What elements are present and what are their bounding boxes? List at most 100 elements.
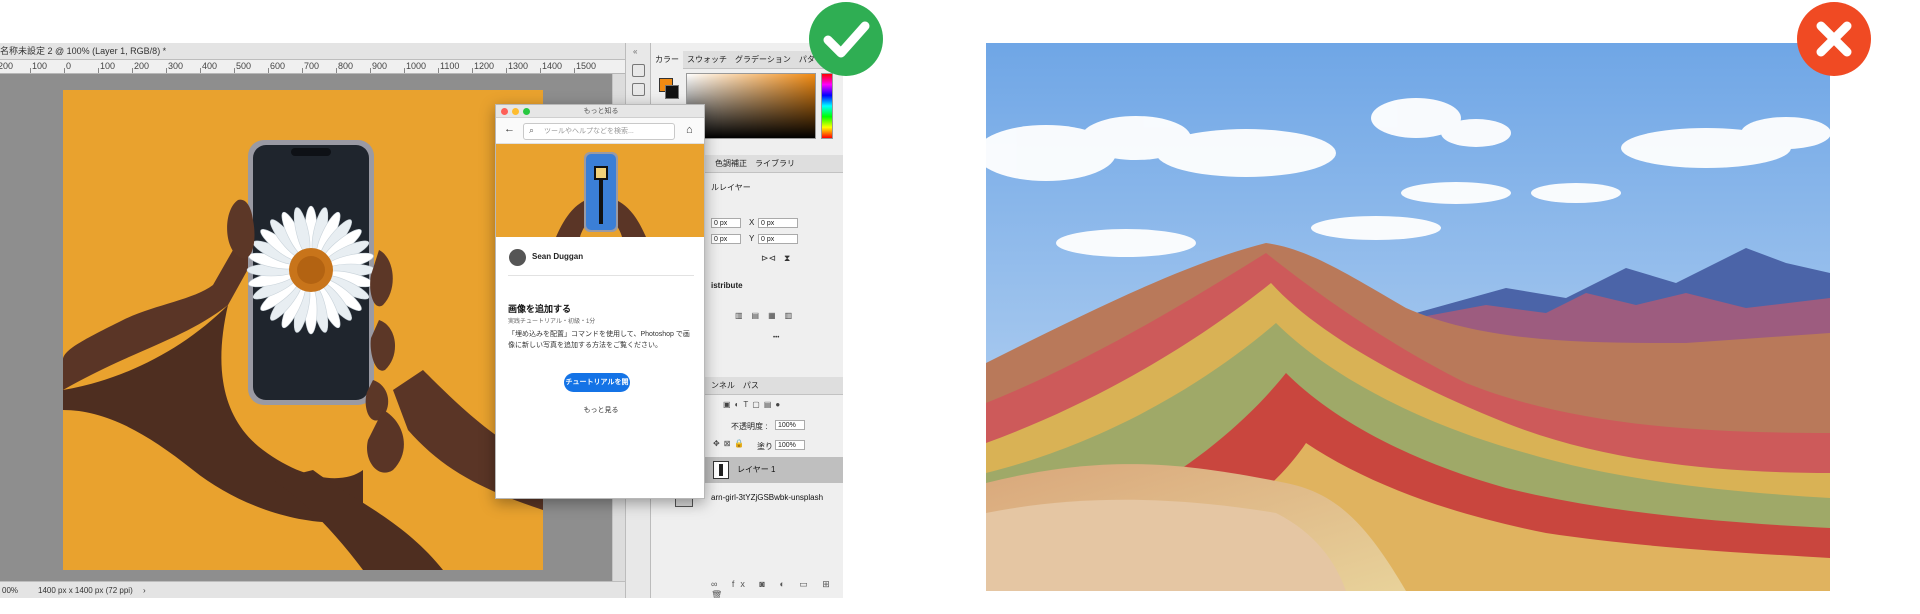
landscape-image <box>986 43 1830 591</box>
ruler-tick-label: 400 <box>202 61 218 71</box>
ruler-tick-label: 1500 <box>576 61 597 71</box>
popup-search-input[interactable]: ツールやヘルプなどを検索... <box>523 123 675 140</box>
ruler-tick-mark <box>438 68 439 73</box>
maximize-dot-icon[interactable] <box>523 108 530 115</box>
x-mark-badge-icon <box>1797 2 1871 76</box>
y-label: Y <box>749 234 755 243</box>
ruler-tick-label: 700 <box>304 61 320 71</box>
status-zoom: 00% <box>2 586 19 595</box>
tab-swatches[interactable]: スウォッチ <box>683 51 731 69</box>
opacity-label: 不透明度 : <box>731 422 768 431</box>
ruler-tick-label: 200 <box>0 61 14 71</box>
back-arrow-icon[interactable]: ← <box>504 123 515 135</box>
author-name[interactable]: Sean Duggan <box>532 249 583 265</box>
ruler-tick-mark <box>268 68 269 73</box>
ruler-tick-label: 100 <box>32 61 48 71</box>
flip-vertical-icon[interactable]: ⧗ <box>784 253 790 264</box>
hue-slider[interactable] <box>821 73 833 139</box>
tab-paths[interactable]: パス <box>739 377 763 395</box>
checkmark-badge-icon <box>809 2 883 76</box>
popup-titlebar: もっと知る <box>496 105 704 118</box>
x-label: X <box>749 218 755 227</box>
close-dot-icon[interactable] <box>501 108 508 115</box>
ruler-tick-mark <box>506 68 507 73</box>
tool-history-icon[interactable] <box>632 83 645 96</box>
ruler-tick-label: 1100 <box>440 61 460 71</box>
collapse-icon[interactable]: « <box>633 47 637 56</box>
layer-thumbnail-phone <box>719 464 723 476</box>
status-document-size: 1400 px x 1400 px (72 ppi) <box>38 586 133 595</box>
ruler-tick-mark <box>574 68 575 73</box>
align-icons[interactable]: ▥▤▦▥ <box>735 311 801 320</box>
document-tab[interactable]: 名称未設定 2 @ 100% (Layer 1, RGB/8) * <box>0 43 625 60</box>
canvas-artwork <box>63 90 543 570</box>
ruler-tick-label: 1300 <box>508 61 529 71</box>
tab-gradients[interactable]: グラデーション <box>731 51 795 69</box>
tutorial-heading: 画像を追加する <box>508 304 572 314</box>
hero-illustration <box>496 144 704 237</box>
ruler-tick-mark <box>234 68 235 73</box>
ruler-tick-mark <box>132 68 133 73</box>
ruler-tick-label: 500 <box>236 61 252 71</box>
search-icon: ⌕ <box>529 125 535 135</box>
ruler-tick-mark <box>302 68 303 73</box>
height-field[interactable]: 0 px <box>711 234 741 244</box>
more-options-icon[interactable]: ••• <box>773 335 779 341</box>
tab-color[interactable]: カラー <box>651 51 683 69</box>
ruler-tick-label: 100 <box>100 61 116 71</box>
document-tab-title: 名称未設定 2 @ 100% (Layer 1, RGB/8) * <box>0 46 167 56</box>
layer-name: レイヤー 1 <box>737 465 776 474</box>
ruler-tick-mark <box>540 68 541 73</box>
ruler-tick-mark <box>64 68 65 73</box>
ruler-tick-mark <box>30 68 31 73</box>
home-icon[interactable]: ⌂ <box>686 124 693 136</box>
ruler-tick-label: 0 <box>66 61 72 71</box>
width-field[interactable]: 0 px <box>711 218 741 228</box>
start-tutorial-button[interactable]: チュートリアルを開始 <box>564 373 630 405</box>
rainbow-mountain-photo <box>986 43 1830 591</box>
ruler-tick-mark <box>336 68 337 73</box>
popup-title: もっと知る <box>583 108 619 115</box>
y-field[interactable]: 0 px <box>758 234 798 244</box>
tool-options-icon[interactable] <box>632 64 645 77</box>
flip-horizontal-icon[interactable]: ⊳⊲ <box>761 253 776 264</box>
tab-adjustments[interactable]: 色調補正 <box>711 155 751 173</box>
tab-channels[interactable]: ンネル <box>707 377 739 395</box>
ruler-tick-label: 800 <box>338 61 354 71</box>
opacity-field[interactable]: 100% <box>775 420 805 430</box>
minimize-dot-icon[interactable] <box>512 108 519 115</box>
fill-field[interactable]: 100% <box>775 440 805 450</box>
ruler-tick-label: 200 <box>134 61 150 71</box>
ruler-tick-label: 1200 <box>474 61 495 71</box>
tutorial-meta: 実践チュートリアル・初級・1分 <box>508 319 596 325</box>
ruler-tick-mark <box>370 68 371 73</box>
photoshop-window: 名称未設定 2 @ 100% (Layer 1, RGB/8) * 200 100… <box>0 43 843 598</box>
color-picker-field[interactable] <box>686 73 816 139</box>
horizontal-ruler: 200 100 0 100 200 300 400 500 600 700 800 900 1000 11… <box>0 60 625 74</box>
ruler-tick-mark <box>166 68 167 73</box>
status-expand-arrow[interactable]: › <box>143 582 146 598</box>
ruler-tick-mark <box>98 68 99 73</box>
layers-bottom-toolbar[interactable]: ∞ fx ◙ ◐ ▭ ⊞ 🗑 <box>711 579 843 598</box>
tab-libraries[interactable]: ライブラリ <box>751 155 799 173</box>
layer-name: arn-girl-3tYZjGSBwbk-unsplash <box>711 493 824 502</box>
popup-search-row: ← ツールやヘルプなどを検索... ⌕ ⌂ <box>496 118 704 144</box>
ruler-tick-label: 300 <box>168 61 184 71</box>
layer-filter-icons[interactable]: ▣◐T▢▤● <box>723 400 784 409</box>
ruler-tick-label: 600 <box>270 61 286 71</box>
hands-phone-image <box>63 90 543 570</box>
properties-layer-title: ルレイヤー <box>711 183 751 192</box>
tutorial-hero-image <box>496 144 704 237</box>
lock-icons[interactable]: ✥⊠🔒 <box>713 439 748 448</box>
ruler-tick-mark <box>404 68 405 73</box>
learn-more-popup: もっと知る ← ツールやヘルプなどを検索... ⌕ ⌂ Sean Duggan … <box>495 104 705 499</box>
distribute-title: istribute <box>711 281 743 290</box>
x-field[interactable]: 0 px <box>758 218 798 228</box>
see-more-link[interactable]: もっと見る <box>496 405 704 415</box>
background-color-swatch[interactable] <box>665 85 679 99</box>
ruler-tick-mark <box>200 68 201 73</box>
ruler-tick-label: 1400 <box>542 61 563 71</box>
status-bar: 00% 1400 px x 1400 px (72 ppi) › <box>0 581 625 598</box>
ruler-tick-label: 1000 <box>406 61 427 71</box>
ruler-tick-mark <box>472 68 473 73</box>
